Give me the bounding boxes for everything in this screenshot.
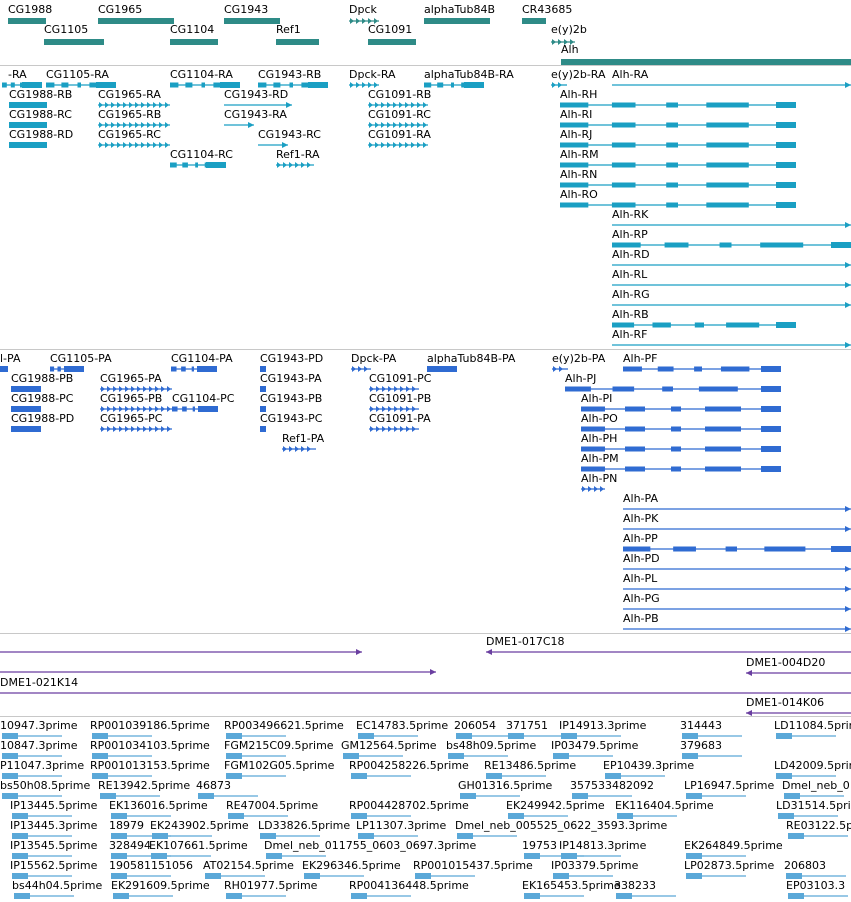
est-glyph[interactable]: [616, 891, 676, 901]
est-glyph[interactable]: [351, 771, 411, 781]
clones-track: DME1-017C18 DME1-004D20 DME1-021K14 DME1-01…: [0, 634, 851, 716]
gene-glyph[interactable]: [368, 37, 416, 47]
genome-browser-view: CG1988 CG1965 CG1943 Dpck alphaTub84B CR43685…: [0, 0, 851, 902]
protein-glyph[interactable]: [351, 364, 371, 374]
protein-label: CG1943-PA: [260, 372, 322, 385]
transcript-glyph[interactable]: [9, 140, 47, 150]
gene-glyph[interactable]: [522, 16, 546, 26]
protein-glyph[interactable]: [260, 424, 266, 434]
ests-track: 10947.3prime RP001039186.5prime RP00349662…: [0, 717, 851, 902]
gene-label: CG1104: [170, 23, 215, 36]
protein-glyph[interactable]: [11, 424, 41, 434]
gene-label: alphaTub84B: [424, 3, 496, 16]
protein-label: CG1943-PC: [260, 412, 323, 425]
gene-label: CG1988: [8, 3, 53, 16]
gene-label: e(y)2b: [551, 23, 587, 36]
transcripts-track: -RA CG1105-RA CG1104-RA CG1943-RB Dpck-RA alp…: [0, 66, 851, 349]
transcript-glyph[interactable]: [612, 80, 851, 90]
gene-glyph[interactable]: [170, 37, 218, 47]
gene-glyph[interactable]: [98, 16, 174, 26]
gene-glyph[interactable]: [224, 16, 280, 26]
gene-label: Ref1: [276, 23, 301, 36]
gene-label: CG1965: [98, 3, 143, 16]
gene-label: CG1105: [44, 23, 89, 36]
est-glyph[interactable]: [226, 891, 286, 901]
clone-glyph[interactable]: [0, 647, 362, 657]
protein-label: CG1943-PB: [260, 392, 323, 405]
gene-glyph[interactable]: [44, 37, 104, 47]
protein-label: CG1943-PD: [260, 352, 324, 365]
clone-glyph[interactable]: [746, 668, 851, 678]
genes-track: CG1988 CG1965 CG1943 Dpck alphaTub84B CR43685…: [0, 0, 851, 65]
transcript-glyph[interactable]: [560, 120, 796, 130]
gene-label: CR43685: [522, 3, 573, 16]
protein-glyph[interactable]: [282, 444, 316, 454]
clone-glyph[interactable]: [0, 688, 851, 698]
transcript-glyph[interactable]: [368, 140, 428, 150]
gene-label: Alh: [561, 43, 579, 56]
gene-glyph[interactable]: [424, 16, 490, 26]
transcript-glyph[interactable]: [170, 160, 226, 170]
transcript-glyph[interactable]: [98, 140, 170, 150]
est-glyph[interactable]: [686, 871, 746, 881]
transcript-glyph[interactable]: [224, 120, 254, 130]
transcript-glyph[interactable]: [276, 160, 314, 170]
proteins-track: l-PA CG1105-PA CG1104-PA CG1943-PD Dpck-PA al…: [0, 350, 851, 633]
transcript-glyph[interactable]: [560, 200, 796, 210]
transcript-glyph[interactable]: [424, 80, 484, 90]
transcript-glyph[interactable]: [612, 260, 851, 270]
est-glyph[interactable]: [776, 731, 836, 741]
est-glyph[interactable]: [14, 891, 74, 901]
est-glyph[interactable]: [788, 891, 848, 901]
transcript-glyph[interactable]: [560, 100, 796, 110]
protein-glyph[interactable]: [100, 424, 172, 434]
protein-glyph[interactable]: [623, 364, 781, 374]
est-glyph[interactable]: [226, 771, 286, 781]
gene-label: Dpck: [349, 3, 377, 16]
gene-label: CG1943: [224, 3, 269, 16]
gene-glyph[interactable]: [8, 16, 46, 26]
protein-glyph[interactable]: [427, 364, 457, 374]
protein-glyph[interactable]: [581, 484, 605, 494]
protein-glyph[interactable]: [0, 364, 8, 374]
protein-glyph[interactable]: [171, 364, 217, 374]
est-glyph[interactable]: [524, 891, 584, 901]
est-glyph[interactable]: [113, 891, 173, 901]
est-glyph[interactable]: [788, 831, 848, 841]
est-glyph[interactable]: [351, 891, 411, 901]
protein-glyph[interactable]: [172, 404, 218, 414]
protein-glyph[interactable]: [369, 424, 419, 434]
gene-label: CG1091: [368, 23, 413, 36]
gene-glyph[interactable]: [276, 37, 319, 47]
